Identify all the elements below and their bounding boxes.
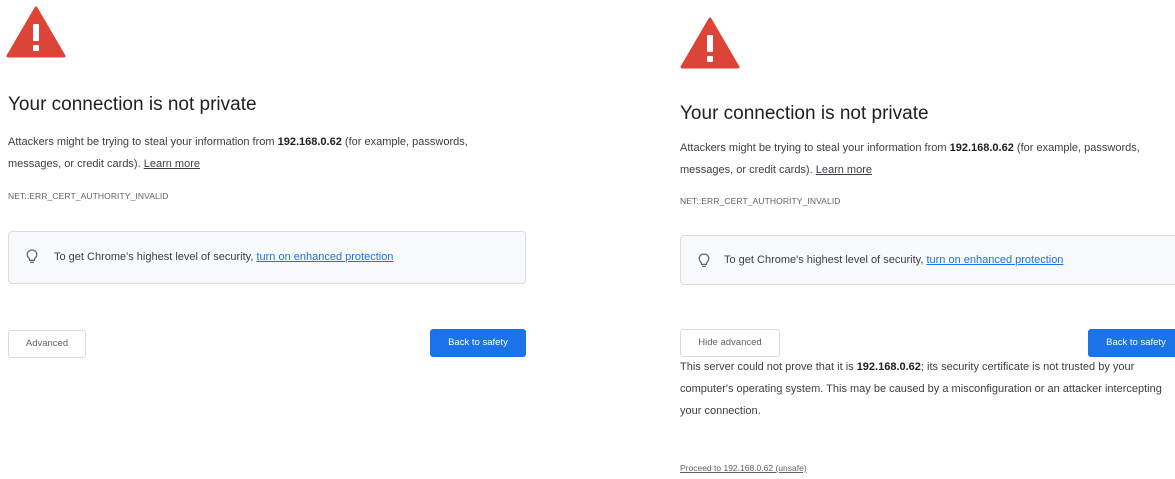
- back-to-safety-button[interactable]: Back to safety: [430, 329, 526, 357]
- enhanced-protection-box: To get Chrome's highest level of securit…: [680, 235, 1175, 285]
- error-code: NET::ERR_CERT_AUTHORITY_INVALID: [8, 191, 169, 201]
- enhanced-protection-tip: To get Chrome's highest level of securit…: [54, 251, 394, 263]
- interstitial-panel-right: Your connection is not private Attackers…: [670, 0, 1175, 479]
- enhanced-protection-box: To get Chrome's highest level of securit…: [8, 231, 526, 284]
- error-code: NET::ERR_CERT_AUTHORITY_INVALID: [680, 196, 841, 206]
- enhanced-protection-tip: To get Chrome's highest level of securit…: [724, 254, 1064, 266]
- certificate-details-text: This server could not prove that it is 1…: [680, 361, 1162, 417]
- description-text: Attackers might be trying to steal your …: [8, 136, 468, 170]
- lightbulb-icon: [698, 253, 710, 267]
- proceed-unsafe-link[interactable]: Proceed to 192.168.0.62 (unsafe): [680, 463, 807, 473]
- warning-triangle-icon: [680, 17, 740, 69]
- page-title: Your connection is not private: [680, 103, 929, 124]
- advanced-button[interactable]: Advanced: [8, 330, 86, 358]
- learn-more-link[interactable]: Learn more: [144, 158, 200, 170]
- warning-triangle-icon: [6, 6, 66, 58]
- enhanced-protection-link[interactable]: turn on enhanced protection: [926, 254, 1063, 266]
- page-title: Your connection is not private: [8, 94, 257, 115]
- back-to-safety-button[interactable]: Back to safety: [1088, 329, 1175, 357]
- hide-advanced-button[interactable]: Hide advanced: [680, 329, 780, 357]
- learn-more-link[interactable]: Learn more: [816, 164, 872, 176]
- host-address: 192.168.0.62: [856, 361, 921, 373]
- description-text: Attackers might be trying to steal your …: [680, 142, 1140, 176]
- host-address: 192.168.0.62: [949, 142, 1014, 154]
- enhanced-protection-link[interactable]: turn on enhanced protection: [256, 251, 393, 263]
- interstitial-panel-left: Your connection is not private Attackers…: [0, 0, 560, 479]
- host-address: 192.168.0.62: [277, 136, 342, 148]
- lightbulb-icon: [26, 249, 38, 263]
